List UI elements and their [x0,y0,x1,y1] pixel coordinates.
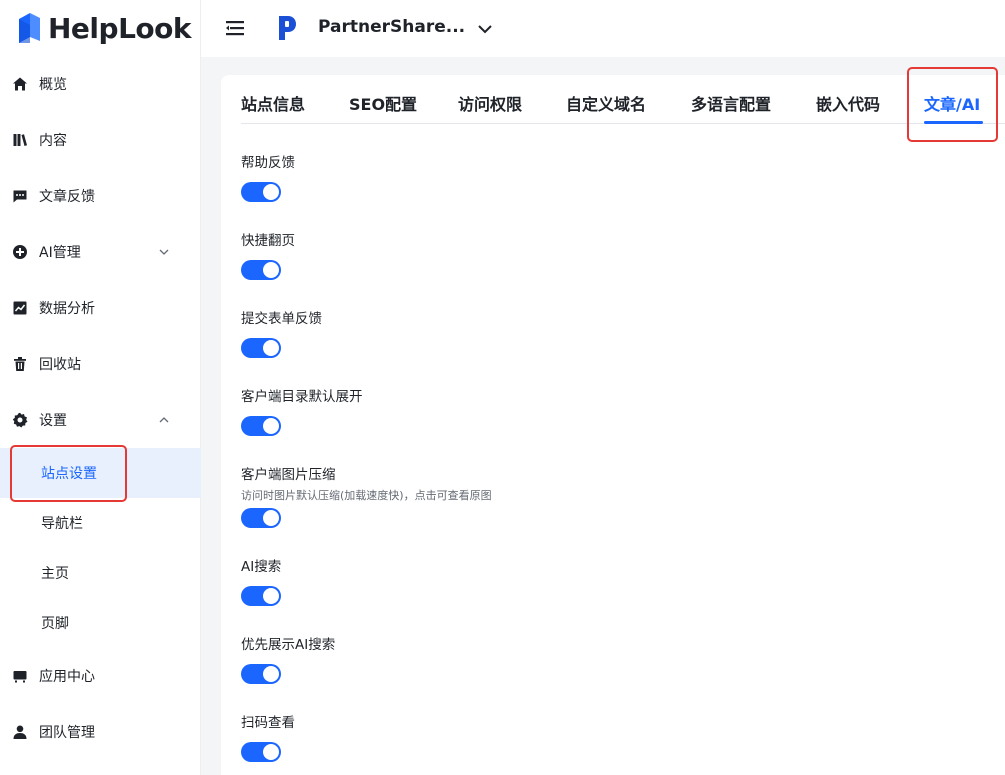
toggle-knob [263,666,279,682]
setting-ai-search-priority: 优先展示AI搜索 [241,633,335,653]
setting-help-feedback: 帮助反馈 [241,151,295,171]
tab-embed-code[interactable]: 嵌入代码 [816,91,880,115]
book-icon [12,132,28,148]
setting-description: 访问时图片默认压缩(加载速度快)，点击可查看原图 [241,489,492,502]
setting-quick-paging: 快捷翻页 [241,229,295,249]
sidebar-item-trash[interactable]: 回收站 [0,339,201,389]
sidebar-subitem-navbar[interactable]: 导航栏 [0,498,201,548]
sidebar-item-team[interactable]: 团队管理 [0,707,201,757]
home-icon [12,76,28,92]
trash-icon [12,356,28,372]
tabs-divider [241,123,1005,124]
sidebar-item-settings[interactable]: 设置 [0,395,201,445]
sidebar-item-label: 团队管理 [39,725,95,741]
toggle-catalog-expand[interactable] [241,416,281,436]
sidebar-item-content[interactable]: 内容 [0,115,201,165]
store-icon [12,668,28,684]
sidebar-item-label: 概览 [39,77,67,93]
chat-icon [12,188,28,204]
setting-catalog-expand: 客户端目录默认展开 [241,385,363,405]
tab-custom-domain[interactable]: 自定义域名 [566,91,646,115]
toggle-quick-paging[interactable] [241,260,281,280]
toggle-knob [263,418,279,434]
tab-seo[interactable]: SEO配置 [349,91,417,115]
toggle-knob [263,340,279,356]
sidebar-subitem-label: 导航栏 [41,516,83,532]
sidebar-item-label: 回收站 [39,357,81,373]
setting-title: 快捷翻页 [241,233,295,249]
chart-icon [12,300,28,316]
toggle-knob [263,510,279,526]
tab-article-ai[interactable]: 文章/AI [924,91,980,115]
toggle-form-feedback[interactable] [241,338,281,358]
user-icon [12,724,28,740]
setting-title: 客户端图片压缩 [241,467,336,483]
setting-image-compress: 客户端图片压缩 访问时图片默认压缩(加载速度快)，点击可查看原图 [241,463,492,503]
sidebar-subitem-label: 站点设置 [41,466,97,482]
menu-toggle-icon[interactable] [225,18,245,38]
setting-title: AI搜索 [241,559,282,575]
sidebar-item-app-center[interactable]: 应用中心 [0,651,201,701]
toggle-knob [263,184,279,200]
tab-multilang[interactable]: 多语言配置 [691,91,771,115]
sidebar-subitem-footer[interactable]: 页脚 [0,598,201,648]
toggle-ai-search[interactable] [241,586,281,606]
toggle-knob [263,262,279,278]
setting-ai-search: AI搜索 [241,555,281,575]
sidebar-item-feedback[interactable]: 文章反馈 [0,171,201,221]
setting-title: 帮助反馈 [241,155,295,171]
toggle-knob [263,744,279,760]
workspace-name[interactable]: PartnerShare... [318,17,465,37]
toggle-qr-view[interactable] [241,742,281,762]
setting-title: 提交表单反馈 [241,311,322,327]
chevron-down-icon [158,246,170,258]
toggle-help-feedback[interactable] [241,182,281,202]
tab-access[interactable]: 访问权限 [458,91,522,115]
setting-title: 客户端目录默认展开 [241,389,363,405]
sidebar-item-ai[interactable]: AI管理 [0,227,201,277]
tab-site-info[interactable]: 站点信息 [241,91,305,115]
sidebar: HelpLook 概览 内容 文章反馈 AI管理 数据分析 回收站 设置 站点设… [0,0,201,775]
active-tab-indicator [924,121,983,124]
chevron-up-icon [158,414,170,426]
toggle-ai-search-priority[interactable] [241,664,281,684]
sidebar-item-label: 文章反馈 [39,189,95,205]
brand-name: HelpLook [48,11,192,45]
gear-icon [12,412,28,428]
ai-icon [12,244,28,260]
sidebar-item-label: AI管理 [39,245,81,261]
sidebar-item-overview[interactable]: 概览 [0,59,201,109]
settings-card: 站点信息 SEO配置 访问权限 自定义域名 多语言配置 嵌入代码 文章/AI 帮… [221,75,1005,775]
sidebar-item-label: 应用中心 [39,669,95,685]
sidebar-subitem-label: 主页 [41,566,69,582]
helplook-logo-icon [19,13,40,43]
toggle-knob [263,588,279,604]
sidebar-subitem-label: 页脚 [41,616,69,632]
brand-logo[interactable]: HelpLook [16,8,192,48]
setting-title: 扫码查看 [241,715,295,731]
sidebar-item-label: 数据分析 [39,301,95,317]
sidebar-item-label: 设置 [39,413,67,429]
chevron-down-icon[interactable] [476,20,494,38]
sidebar-item-analytics[interactable]: 数据分析 [0,283,201,333]
top-bar: PartnerShare... [201,0,1005,57]
sidebar-subitem-homepage[interactable]: 主页 [0,548,201,598]
setting-form-feedback: 提交表单反馈 [241,307,322,327]
workspace-logo-icon [277,14,297,42]
toggle-image-compress[interactable] [241,508,281,528]
sidebar-item-label: 内容 [39,133,67,149]
setting-title: 优先展示AI搜索 [241,637,336,653]
setting-qr-view: 扫码查看 [241,711,295,731]
sidebar-subitem-site-settings[interactable]: 站点设置 [0,448,201,498]
